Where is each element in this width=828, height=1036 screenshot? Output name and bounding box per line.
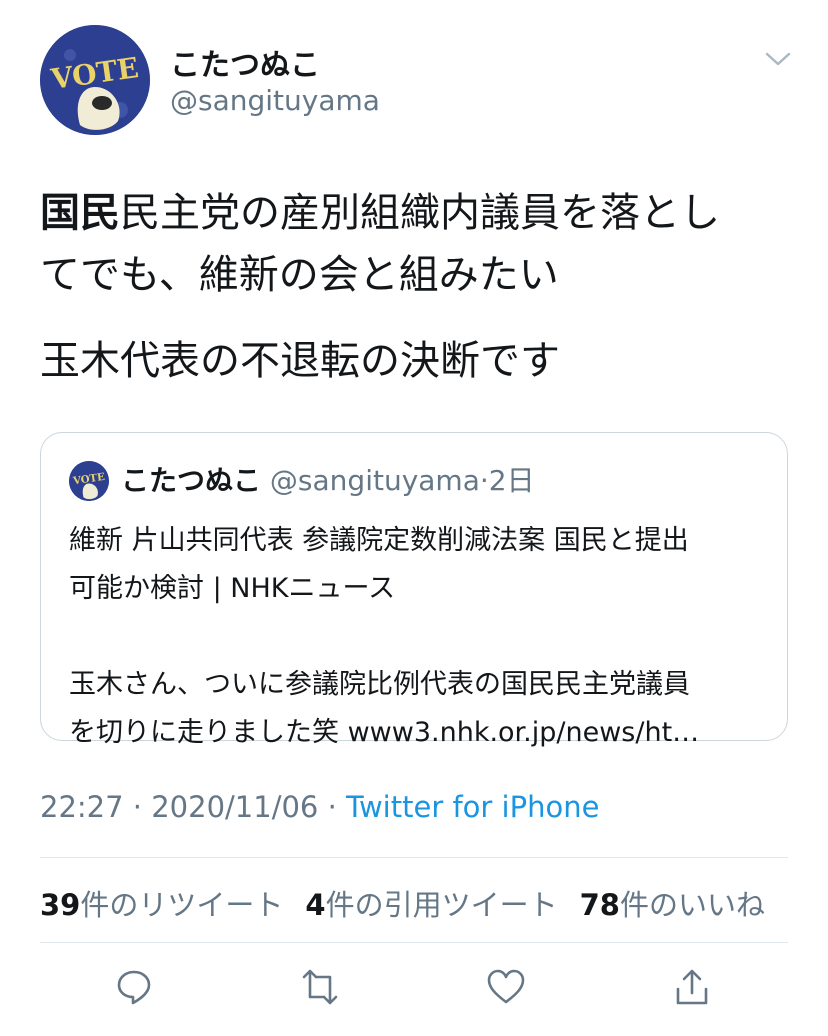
tweet-time: 22:27 <box>40 790 124 824</box>
tweet-line3: 玉木代表の不退転の決断です <box>40 338 560 384</box>
quoted-line-2: 可能か検討 | NHKニュース <box>69 573 396 604</box>
likes-count: 78 <box>579 888 620 922</box>
tweet-paragraph-1: 国民民主党の産別組織内議員を落としてでも、維新の会と組みたい <box>40 182 800 306</box>
divider <box>40 942 788 943</box>
quoted-line-1: 維新 片山共同代表 参議院定数削減法案 国民と提出 <box>69 525 689 556</box>
quoted-avatar: VOTE <box>69 461 109 501</box>
tweet-detail: VOTE こたつぬこ @sangituyama 国民民主党の産別組織内議員を落と… <box>0 0 828 1036</box>
quotes-label: 件の引用ツイート <box>325 888 558 922</box>
like-icon[interactable] <box>484 965 528 1009</box>
retweet-icon[interactable] <box>298 965 342 1009</box>
quoted-separator: · <box>479 464 489 497</box>
quoted-display-name: こたつぬこ <box>121 464 262 497</box>
author-handle[interactable]: @sangituyama <box>170 84 380 117</box>
avatar[interactable]: VOTE <box>40 25 150 135</box>
avatar-image: VOTE <box>40 25 150 135</box>
quoted-handle: @sangituyama <box>269 464 480 497</box>
retweets-label: 件のリツイート <box>80 888 284 922</box>
meta-separator-1: · <box>132 790 143 824</box>
divider <box>40 857 788 858</box>
quoted-tweet-card[interactable]: VOTE こたつぬこ @sangituyama·2日 維新 片山共同代表 参議院… <box>40 432 788 748</box>
quoted-line-4: を切りに走りました笑 www3.nhk.or.jp/news/ht… <box>69 717 700 748</box>
author-display-name[interactable]: こたつぬこ <box>170 40 320 84</box>
meta-separator-2: · <box>327 790 337 824</box>
tweet-date: 2020/11/06 <box>151 790 319 824</box>
quoted-header: こたつぬこ @sangituyama·2日 <box>121 463 535 499</box>
likes-label: 件のいいね <box>619 888 765 922</box>
tweet-text: 国民民主党の産別組織内議員を落としてでも、維新の会と組みたい 玉木代表の不退転の… <box>40 182 800 392</box>
quotes-count: 4 <box>305 888 326 922</box>
quoted-line-3: 玉木さん、ついに参議院比例代表の国民民主党議員 <box>69 669 690 700</box>
tweet-stats: 39件のリツイート 4件の引用ツイート 78件のいいね <box>40 882 765 924</box>
quoted-text: 維新 片山共同代表 参議院定数削減法案 国民と提出 可能か検討 | NHKニュー… <box>69 517 769 757</box>
quoted-age: 2日 <box>488 464 535 497</box>
likes-stat[interactable]: 78件のいいね <box>580 882 765 924</box>
tweet-bold-prefix: 国民 <box>40 190 120 236</box>
chevron-down-icon[interactable] <box>760 44 796 74</box>
reply-icon[interactable] <box>112 965 156 1009</box>
tweet-line2: てでも、維新の会と組みたい <box>40 252 559 298</box>
tweet-line1-rest: 民主党の産別組織内議員を落とし <box>120 190 720 236</box>
retweets-stat[interactable]: 39件のリツイート <box>40 882 283 924</box>
quotes-stat[interactable]: 4件の引用ツイート <box>305 882 557 924</box>
tweet-meta: 22:27 · 2020/11/06 · Twitter for iPhone <box>40 790 599 824</box>
share-icon[interactable] <box>670 965 714 1009</box>
tweet-source-link[interactable]: Twitter for iPhone <box>346 790 599 824</box>
retweets-count: 39 <box>40 888 81 922</box>
